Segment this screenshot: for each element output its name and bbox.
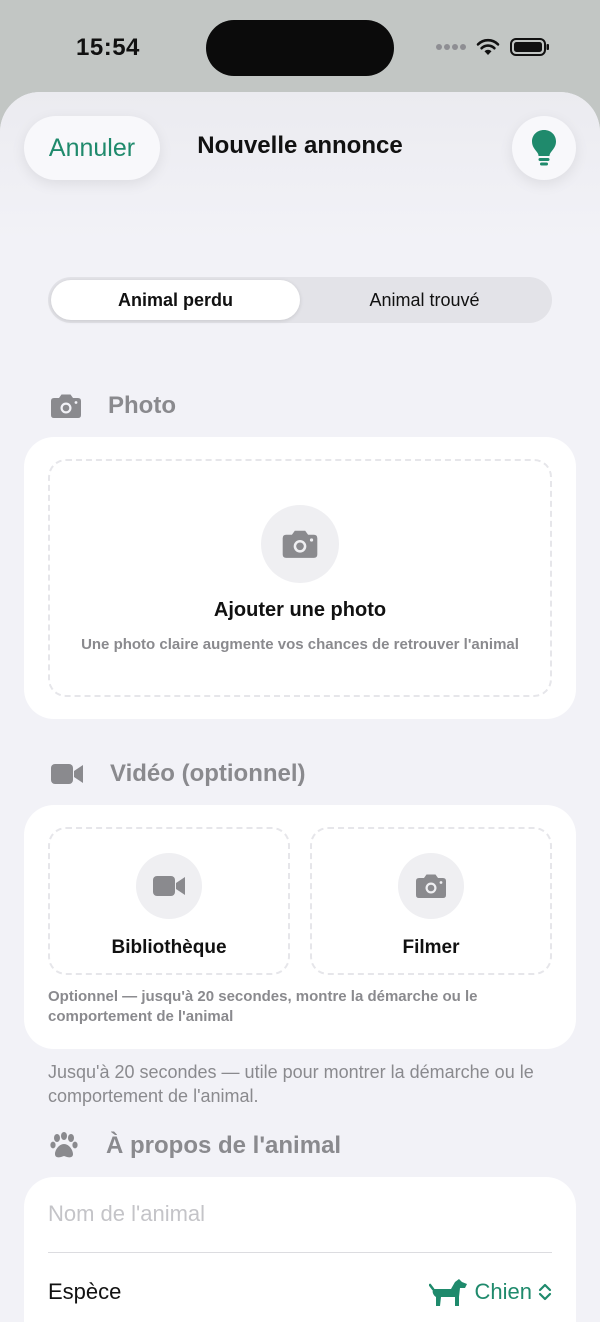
dog-icon: [428, 1279, 467, 1306]
page-title: Nouvelle annonce: [197, 132, 403, 159]
add-photo-dropzone[interactable]: Ajouter une photo Une photo claire augme…: [48, 459, 552, 697]
cellular-signal-icon: [436, 44, 466, 50]
wifi-icon: [476, 38, 500, 55]
video-camera-icon: [51, 764, 83, 784]
listing-type-segmented-control: Animal perdu Animal trouvé: [48, 277, 552, 323]
species-value: Chien: [474, 1279, 532, 1304]
record-video-label: Filmer: [402, 937, 460, 958]
video-helper-text: Jusqu'à 20 secondes — utile pour montrer…: [48, 1062, 534, 1106]
segment-lost-animal[interactable]: Animal perdu: [51, 280, 300, 320]
camera-icon: [51, 394, 81, 418]
video-card: Bibliothèque Filmer Optionnel — jusqu'à …: [24, 805, 576, 1049]
video-camera-icon: [153, 876, 185, 896]
about-section-header: À propos de l'animal: [50, 1132, 341, 1160]
video-library-button[interactable]: Bibliothèque: [48, 827, 290, 975]
record-video-button[interactable]: Filmer: [310, 827, 552, 975]
segment-found-animal[interactable]: Animal trouvé: [300, 280, 549, 320]
paw-icon: [50, 1132, 78, 1158]
record-video-icon-circle: [398, 853, 464, 919]
add-photo-subtitle: Une photo claire augmente vos chances de…: [81, 636, 519, 653]
status-icons: [436, 38, 550, 56]
status-time: 15:54: [76, 34, 140, 61]
new-listing-sheet: Annuler Nouvelle annonce Animal perdu An…: [0, 92, 600, 1322]
species-label: Espèce: [48, 1279, 122, 1304]
add-photo-title: Ajouter une photo: [213, 599, 387, 621]
tips-button[interactable]: [512, 116, 576, 180]
battery-icon: [510, 38, 549, 56]
animal-name-field[interactable]: Nom de l'animal: [48, 1201, 205, 1227]
about-card: Nom de l'animal Espèce Chien: [24, 1177, 576, 1322]
chevron-up-down-icon: [538, 1283, 552, 1301]
video-section-title: Vidéo (optionnel): [110, 760, 306, 787]
photo-card: Ajouter une photo Une photo claire augme…: [24, 437, 576, 719]
dynamic-island: [206, 20, 394, 76]
camera-icon: [282, 530, 318, 558]
status-bar: 15:54: [0, 0, 600, 92]
photo-section-title: Photo: [108, 392, 176, 419]
add-photo-icon-circle: [261, 505, 339, 583]
video-library-label: Bibliothèque: [111, 937, 227, 958]
lightbulb-icon: [532, 130, 556, 166]
about-section-title: À propos de l'animal: [106, 1132, 342, 1159]
camera-icon: [416, 874, 446, 898]
photo-section-header: Photo: [50, 392, 176, 420]
video-library-icon-circle: [136, 853, 202, 919]
species-picker[interactable]: Chien: [428, 1277, 552, 1307]
video-section-header: Vidéo (optionnel): [50, 760, 306, 788]
field-divider: [48, 1252, 552, 1253]
video-note: Optionnel — jusqu'à 20 secondes, montre …: [48, 988, 478, 1025]
